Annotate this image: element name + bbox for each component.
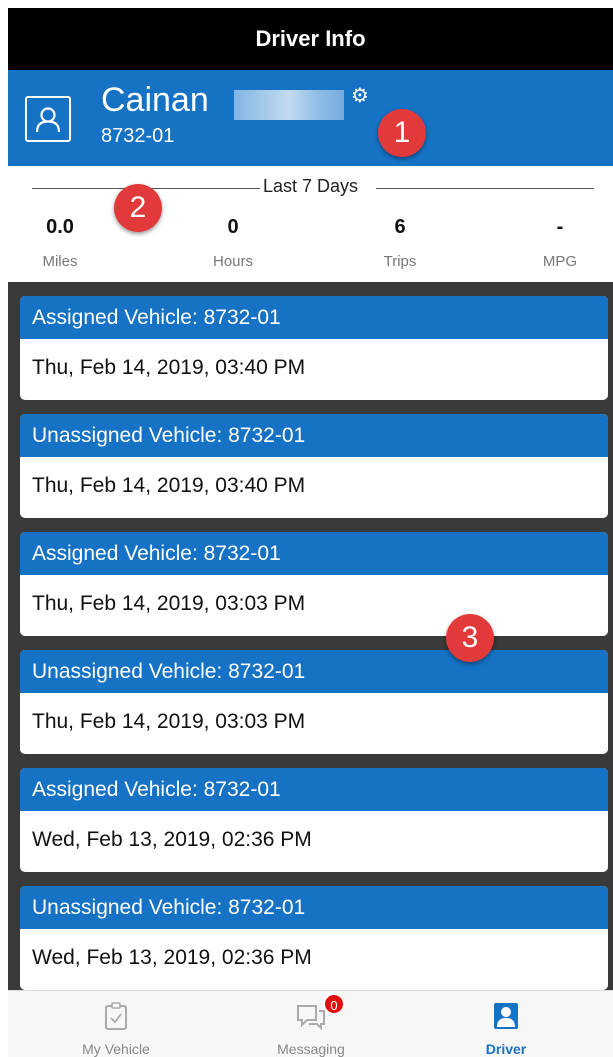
tab-label: Messaging <box>277 1041 345 1057</box>
event-title: Assigned Vehicle: 8732-01 <box>20 532 608 575</box>
driver-id: 8732-01 <box>101 125 175 147</box>
event-title: Unassigned Vehicle: 8732-01 <box>20 414 608 457</box>
stats-title: Last 7 Days <box>262 176 359 196</box>
tab-my-vehicle[interactable]: My Vehicle <box>16 991 216 1057</box>
driver-profile-icon <box>492 1001 520 1036</box>
avatar-icon <box>25 96 71 142</box>
event-time: Thu, Feb 14, 2019, 03:40 PM <box>32 474 306 497</box>
stats-panel: Last 7 Days 0.0 Miles 0 Hours 6 Trips - … <box>8 166 613 282</box>
stat-label: Hours <box>212 253 253 270</box>
tab-label: Driver <box>485 1041 527 1057</box>
list-item[interactable]: Unassigned Vehicle: 8732-01 Thu, Feb 14,… <box>20 414 608 518</box>
stat-label: Miles <box>42 253 78 270</box>
callout-badge-1: 1 <box>378 109 426 157</box>
chat-bubbles-icon <box>295 1001 327 1036</box>
list-item[interactable]: Assigned Vehicle: 8732-01 Wed, Feb 13, 2… <box>20 768 608 872</box>
event-time: Wed, Feb 13, 2019, 02:36 PM <box>32 828 312 851</box>
list-item[interactable]: Unassigned Vehicle: 8732-01 Thu, Feb 14,… <box>20 650 608 754</box>
clipboard-check-icon <box>103 1001 129 1036</box>
redacted-last-name <box>234 90 344 120</box>
unread-count-badge: 0 <box>323 993 345 1015</box>
event-title: Unassigned Vehicle: 8732-01 <box>20 650 608 693</box>
callout-badge-2: 2 <box>114 184 162 232</box>
stat-value: 0 <box>227 216 239 238</box>
gear-icon[interactable]: ⚙ <box>351 86 369 106</box>
tab-driver[interactable]: Driver <box>406 991 606 1057</box>
nav-bar: Driver Info <box>8 8 613 70</box>
stat-miles: 0.0 Miles <box>30 216 90 270</box>
list-item[interactable]: Unassigned Vehicle: 8732-01 Wed, Feb 13,… <box>20 886 608 990</box>
event-title: Assigned Vehicle: 8732-01 <box>20 768 608 811</box>
page-title: Driver Info <box>255 26 366 51</box>
event-title: Assigned Vehicle: 8732-01 <box>20 296 608 339</box>
driver-name: Cainan <box>101 81 209 119</box>
stat-label: MPG <box>542 253 578 270</box>
stat-hours: 0 Hours <box>203 216 263 270</box>
stat-value: 6 <box>394 216 406 238</box>
event-time: Thu, Feb 14, 2019, 03:03 PM <box>32 592 306 615</box>
event-time: Wed, Feb 13, 2019, 02:36 PM <box>32 946 312 969</box>
stat-value: 0.0 <box>46 216 74 238</box>
tab-bar: My Vehicle 0 Messaging Driver <box>8 990 613 1057</box>
stat-value: - <box>556 216 564 238</box>
event-time: Thu, Feb 14, 2019, 03:40 PM <box>32 356 306 379</box>
tab-messaging[interactable]: 0 Messaging <box>211 991 411 1057</box>
tab-label: My Vehicle <box>82 1041 150 1057</box>
event-list[interactable]: Assigned Vehicle: 8732-01 Thu, Feb 14, 2… <box>8 282 613 990</box>
callout-badge-3: 3 <box>446 614 494 662</box>
driver-header: Cainan ⚙ 8732-01 <box>8 70 613 166</box>
stat-label: Trips <box>383 253 417 270</box>
list-item[interactable]: Assigned Vehicle: 8732-01 Thu, Feb 14, 2… <box>20 532 608 636</box>
stat-trips: 6 Trips <box>370 216 430 270</box>
event-time: Thu, Feb 14, 2019, 03:03 PM <box>32 710 306 733</box>
stat-mpg: - MPG <box>530 216 590 270</box>
list-item[interactable]: Assigned Vehicle: 8732-01 Thu, Feb 14, 2… <box>20 296 608 400</box>
event-title: Unassigned Vehicle: 8732-01 <box>20 886 608 929</box>
